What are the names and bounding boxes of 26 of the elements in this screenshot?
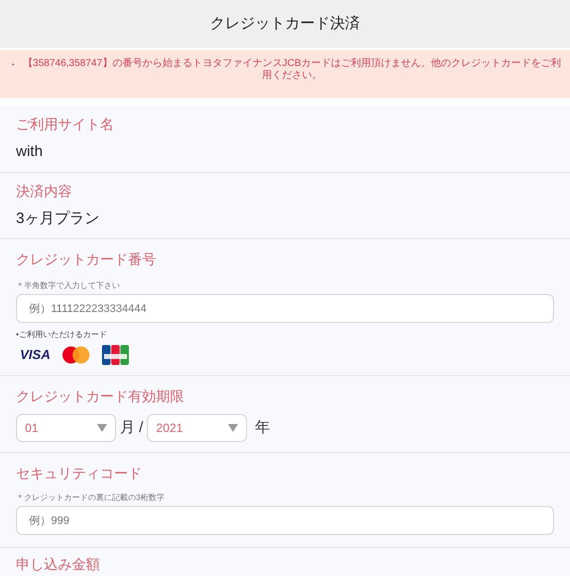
section-value: with xyxy=(16,142,44,162)
section-label: セキュリティコード xyxy=(16,464,143,483)
separator: / xyxy=(139,418,144,438)
cards-label: •ご利用いただけるカード xyxy=(16,329,108,341)
text-field[interactable]: 例）999 xyxy=(16,506,554,535)
month-select[interactable]: 01 xyxy=(16,414,116,442)
section-label: クレジットカード有効期限 xyxy=(16,387,185,406)
mastercard-logo-icon xyxy=(62,346,90,364)
bullet: ・ xyxy=(8,59,18,73)
section-label: 申し込み金額 xyxy=(16,555,101,574)
year-unit: 年 xyxy=(255,418,270,438)
hint-text: ＊クレジットカードの裏に記載の3桁数字 xyxy=(16,492,166,504)
dropdown-caret-icon xyxy=(228,424,238,432)
section-label: 決済内容 xyxy=(16,182,73,200)
page-title: クレジットカード決済 xyxy=(210,14,360,34)
section-label: クレジットカード番号 xyxy=(16,250,157,269)
section-value: 3ヶ月プラン xyxy=(16,208,100,228)
visa-logo: VISA xyxy=(20,346,50,364)
year-select[interactable]: 2021 xyxy=(147,414,248,442)
month-unit: 月 xyxy=(120,418,135,438)
jcb-logo-icon xyxy=(102,345,130,365)
section-label: ご利用サイト名 xyxy=(16,115,115,134)
text-field[interactable]: 例）1111222233334444 xyxy=(16,294,554,323)
dropdown-caret-icon xyxy=(97,424,107,432)
notice-text: 【358746,358747】の番号から始まるトヨタファイナンスJCBカードはご利用頂けません。他のクレジットカードをご利用ください。 xyxy=(22,58,562,82)
hint-text: ＊半角数字で入力して下さい xyxy=(16,280,121,292)
